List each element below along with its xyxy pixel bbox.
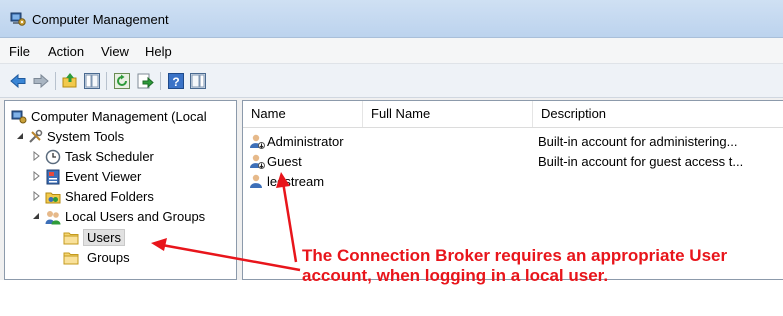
menu-bar: File Action View Help [0,38,783,64]
user-name: Guest [267,154,302,169]
computer-management-icon [10,12,26,26]
user-icon [250,154,265,169]
toolbar-separator [106,72,107,90]
menu-action[interactable]: Action [48,44,84,59]
user-icon [250,134,265,149]
show-hide-action-pane-icon[interactable] [189,72,207,90]
toolbar-separator [160,72,161,90]
tree-label: Shared Folders [65,189,154,204]
tree-label: Task Scheduler [65,149,154,164]
title-bar: Computer Management [0,0,783,38]
shared-folder-icon [45,192,61,204]
show-hide-tree-icon[interactable] [83,72,101,90]
tree-label: Users [83,229,125,246]
export-icon[interactable] [136,72,154,90]
help-icon[interactable]: ? [167,72,185,90]
collapsed-triangle-icon[interactable] [31,171,41,181]
tree-label: Local Users and Groups [65,209,206,224]
annotation-line-2: account, when logging in a local user. [302,266,609,285]
folder-icon [63,232,79,245]
refresh-icon[interactable] [113,72,131,90]
column-header-description[interactable]: Description [533,101,783,127]
folder-icon [63,252,79,265]
annotation-line-1: The Connection Broker requires an approp… [302,246,728,265]
user-description: Built-in account for guest access t... [538,154,744,169]
up-icon[interactable] [61,72,79,90]
menu-file[interactable]: File [9,44,30,59]
header-divider [243,127,783,128]
menu-view[interactable]: View [101,44,129,59]
user-name: leostream [267,174,325,189]
expanded-triangle-icon[interactable] [31,211,41,221]
tree-item-task-scheduler[interactable]: Task Scheduler [9,147,236,167]
user-name: Administrator [267,134,344,149]
toolbar-separator [55,72,56,90]
window-title: Computer Management [32,12,169,27]
users-group-icon [45,211,61,225]
navigation-tree: Computer Management (Local System Tools … [4,100,237,280]
menu-help[interactable]: Help [145,44,172,59]
table-row[interactable]: Guest Built-in account for guest access … [243,151,783,171]
collapsed-triangle-icon[interactable] [31,151,41,161]
forward-icon[interactable] [32,72,50,90]
tree-item-event-viewer[interactable]: Event Viewer [9,167,236,187]
tree-item-users[interactable]: Users [9,228,159,248]
tree-item-shared-folders[interactable]: Shared Folders [9,187,236,207]
svg-text:?: ? [172,75,179,89]
tree-item-groups[interactable]: Groups [9,248,159,268]
column-header-full-name[interactable]: Full Name [363,101,533,127]
tree-label: System Tools [47,129,125,144]
tree-label: Groups [87,250,130,265]
tree-label: Computer Management (Local [31,109,207,124]
user-icon [250,174,262,188]
computer-management-icon [11,110,27,124]
column-header-name[interactable]: Name [243,101,363,127]
system-tools-icon [29,129,43,143]
event-viewer-icon [46,169,60,185]
toolbar: ? [0,64,783,98]
back-icon[interactable] [9,72,27,90]
tree-item-system-tools[interactable]: System Tools [9,127,236,147]
table-row[interactable]: Administrator Built-in account for admin… [243,131,783,151]
clock-icon [45,149,61,165]
annotation-callout: The Connection Broker requires an approp… [302,246,782,286]
tree-item-local-users-and-groups[interactable]: Local Users and Groups [9,207,236,227]
collapsed-triangle-icon[interactable] [31,191,41,201]
tree-label: Event Viewer [65,169,142,184]
tree-item-computer-management[interactable]: Computer Management (Local [9,107,236,127]
table-row[interactable]: leostream [243,171,783,191]
user-description: Built-in account for administering... [538,134,738,149]
expanded-triangle-icon[interactable] [15,131,25,141]
computer-management-window: Computer Management File Action View Hel… [0,0,783,280]
